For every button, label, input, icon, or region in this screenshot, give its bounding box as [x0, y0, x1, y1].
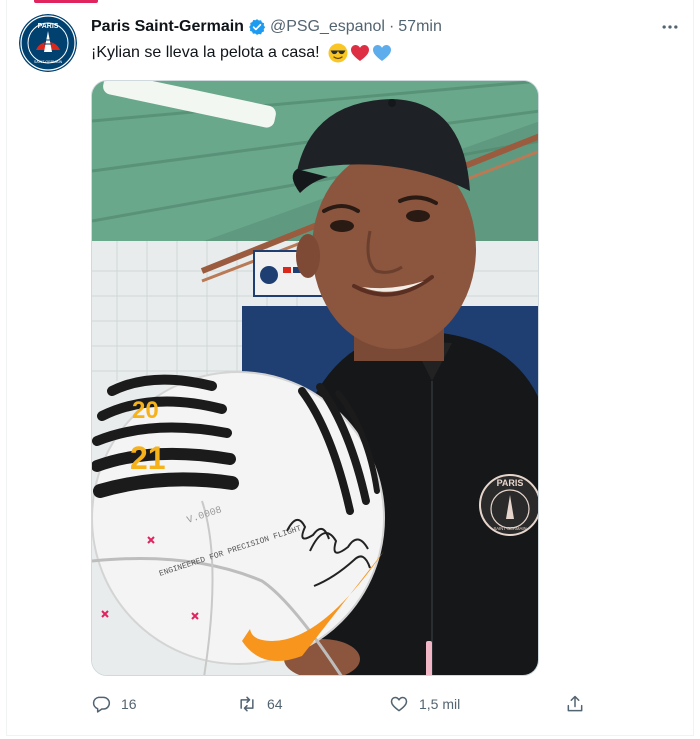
red-heart-icon [350, 45, 369, 61]
verified-badge-icon [249, 19, 266, 35]
avatar-label-top: PARIS [38, 23, 59, 30]
tweet-header: Paris Saint-Germain @PSG_espanol · 57min [91, 16, 442, 38]
psg-crest-icon: PARIS SAINT-GERMAIN [19, 14, 77, 72]
jacket-badge-bottom: SAINT-GERMAIN [493, 526, 526, 531]
separator-dot: · [388, 18, 395, 35]
ellipsis-icon [662, 25, 678, 29]
reply-count: 16 [121, 696, 137, 712]
retweet-button[interactable]: 64 [237, 691, 283, 717]
tweet-body: ¡Kylian se lleva la pelota a casa! [91, 44, 320, 61]
blue-heart-icon [372, 45, 391, 61]
ball-year-bottom: 21 [130, 440, 166, 476]
user-handle[interactable]: @PSG_espanol [270, 18, 385, 36]
tweet-text: ¡Kylian se lleva la pelota a casa! [91, 42, 392, 64]
avatar-label-bottom: SAINT-GERMAIN [34, 60, 63, 64]
smiling-face-with-sunglasses-icon [328, 43, 348, 63]
ball-year-top: 20 [132, 397, 159, 424]
retweet-icon [240, 696, 254, 712]
tweet-action-bar: 16 64 1,5 mil [91, 691, 601, 717]
timestamp[interactable]: 57min [398, 18, 442, 36]
like-button[interactable]: 1,5 mil [389, 691, 460, 717]
top-accent-bar [34, 0, 98, 3]
photo-player-with-ball: PARIS SAINT-GERMAIN 20 21 ENGINEERED FOR… [92, 81, 538, 675]
like-count: 1,5 mil [419, 696, 461, 712]
share-button[interactable] [565, 691, 585, 717]
psg-avatar[interactable]: PARIS SAINT-GERMAIN [19, 14, 77, 72]
heart-icon [390, 696, 408, 712]
more-options-button[interactable] [658, 15, 682, 39]
share-icon [567, 695, 583, 712]
retweet-count: 64 [267, 696, 283, 712]
jacket-badge-top: PARIS [497, 478, 524, 488]
tweet-photo[interactable]: PARIS SAINT-GERMAIN 20 21 ENGINEERED FOR… [91, 80, 539, 676]
display-name[interactable]: Paris Saint-Germain [91, 18, 244, 36]
reply-icon [92, 696, 111, 713]
reply-button[interactable]: 16 [91, 691, 137, 717]
